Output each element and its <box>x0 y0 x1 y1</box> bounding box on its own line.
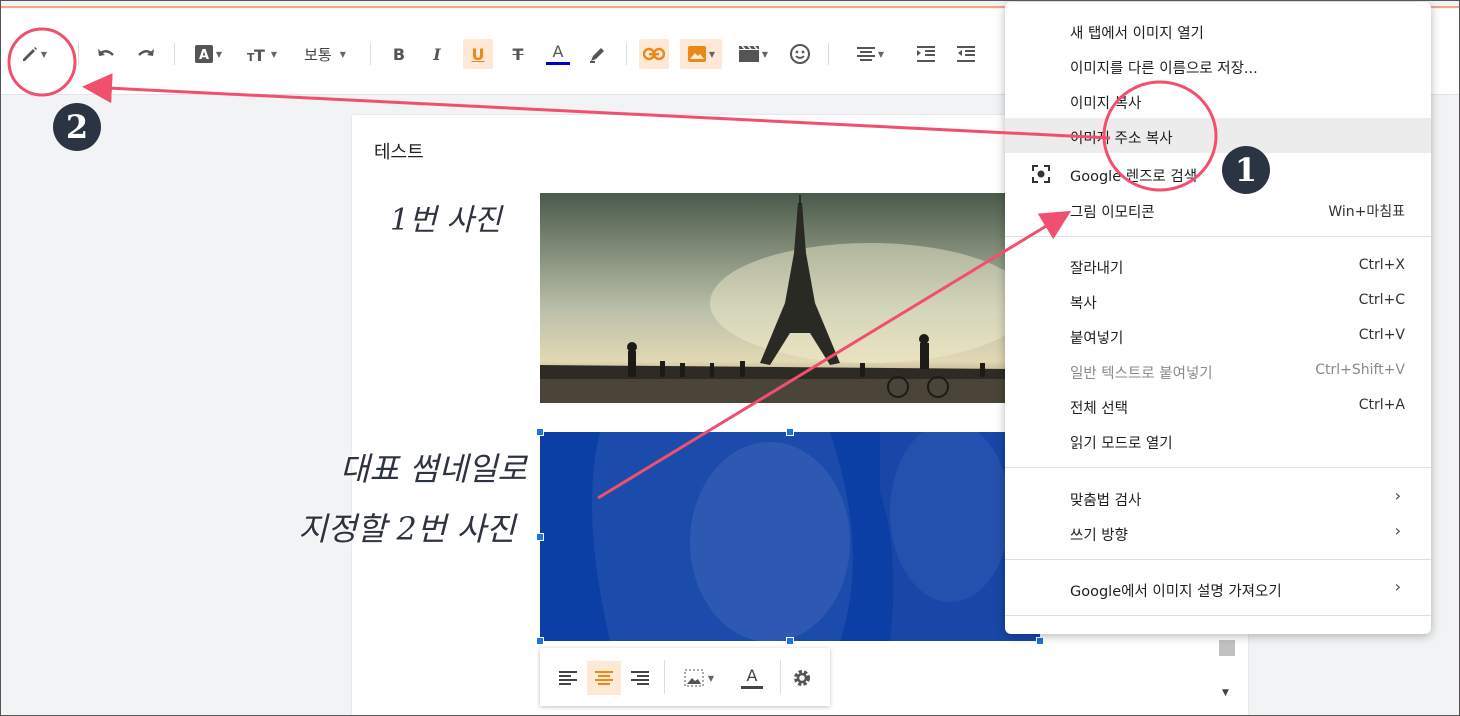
caption-photo-2-line2: 지정할 2번 사진 <box>298 510 516 548</box>
scrollbar[interactable]: ▼ <box>1217 640 1237 706</box>
image-toolbar: ▼ A <box>540 648 830 706</box>
settings-icon <box>794 670 810 686</box>
redo-button[interactable] <box>132 39 160 69</box>
italic-button[interactable]: I <box>424 39 450 69</box>
chevron-right-icon: › <box>1394 521 1401 540</box>
image-size-icon <box>684 669 704 687</box>
link-button[interactable] <box>639 39 669 69</box>
undo-icon <box>98 49 114 56</box>
menu-item-paste[interactable]: 붙여넣기 Ctrl+V <box>1005 318 1431 353</box>
chevron-right-icon: › <box>1394 577 1401 596</box>
indent-button[interactable] <box>912 39 940 69</box>
outdent-button[interactable] <box>952 39 980 69</box>
font-color-icon: A <box>552 41 564 61</box>
menu-item-get-image-descriptions[interactable]: Google에서 이미지 설명 가져오기 › <box>1005 571 1431 606</box>
chevron-down-icon: ▼ <box>708 49 716 59</box>
photo-2-selected-thumbnail[interactable] <box>540 432 1040 641</box>
chevron-down-icon: ▼ <box>761 49 769 59</box>
menu-item-reading-mode[interactable]: 읽기 모드로 열기 <box>1005 423 1431 458</box>
step-badge-2: 2 <box>53 103 101 151</box>
link-icon <box>643 47 665 61</box>
image-caption-color-button[interactable]: A <box>735 661 769 695</box>
menu-item-spell-check[interactable]: 맞춤법 검사 › <box>1005 480 1431 515</box>
emoji-icon <box>790 44 810 64</box>
text-style-button[interactable]: A ▼ <box>188 39 228 69</box>
outdent-icon <box>957 46 975 62</box>
menu-item-copy-image-address[interactable]: 이미지 주소 복사 <box>1005 118 1431 153</box>
text-color-icon: A <box>194 45 213 63</box>
indent-icon <box>917 46 935 62</box>
menu-item-save-image-as[interactable]: 이미지를 다른 이름으로 저장... <box>1005 48 1431 83</box>
insert-image-button[interactable]: ▼ <box>680 39 722 69</box>
image-align-center-button[interactable] <box>587 661 621 695</box>
chevron-down-icon: ▼ <box>707 673 715 683</box>
pencil-icon <box>22 47 37 61</box>
redo-icon <box>138 49 154 56</box>
menu-item-cut[interactable]: 잘라내기 Ctrl+X <box>1005 248 1431 283</box>
emoji-button[interactable] <box>786 39 814 69</box>
undo-button[interactable] <box>92 39 120 69</box>
chevron-right-icon: › <box>1394 486 1401 505</box>
caption-photo-2-line1: 대표 썸네일로 <box>340 450 527 488</box>
menu-item-writing-direction[interactable]: 쓰기 방향 › <box>1005 515 1431 550</box>
step-badge-1: 1 <box>1222 146 1270 194</box>
image-align-left-button[interactable] <box>551 661 585 695</box>
compose-mode-button[interactable]: ▼ <box>12 39 56 69</box>
italic-icon: I <box>433 44 441 64</box>
image-icon <box>687 46 706 62</box>
font-color-icon: A <box>746 665 758 685</box>
text-size-icon: TT <box>247 46 265 62</box>
bold-button[interactable]: B <box>386 39 412 69</box>
menu-item-copy[interactable]: 복사 Ctrl+C <box>1005 283 1431 318</box>
paragraph-format-select[interactable]: 보통 ▼ <box>294 39 356 69</box>
underline-button[interactable]: U <box>463 39 493 69</box>
underline-icon: U <box>471 44 485 64</box>
highlight-button[interactable] <box>584 39 612 69</box>
bold-icon: B <box>392 44 406 64</box>
strikethrough-icon: T <box>512 44 524 64</box>
strikethrough-button[interactable]: T <box>505 39 531 69</box>
align-icon <box>856 47 875 61</box>
menu-item-search-with-google-lens[interactable]: Google 렌즈로 검색 <box>1005 156 1431 191</box>
align-button[interactable]: ▼ <box>850 39 890 69</box>
scroll-down-icon[interactable]: ▼ <box>1222 688 1229 698</box>
insert-video-button[interactable]: ▼ <box>734 39 772 69</box>
font-color-button[interactable]: A <box>543 39 573 69</box>
align-right-icon <box>631 671 649 685</box>
caption-photo-1: 1번 사진 <box>390 203 502 238</box>
lens-icon <box>1032 165 1050 183</box>
svg-text:A: A <box>199 48 209 63</box>
chevron-down-icon: ▼ <box>339 49 346 59</box>
photo-1-eiffel-tower[interactable] <box>540 193 1010 403</box>
context-menu: 새 탭에서 이미지 열기 이미지를 다른 이름으로 저장... 이미지 복사 이… <box>1005 2 1431 634</box>
chevron-down-icon: ▼ <box>215 49 223 59</box>
text-size-button[interactable]: TT ▼ <box>242 39 282 69</box>
image-size-button[interactable]: ▼ <box>674 661 724 695</box>
chevron-down-icon: ▼ <box>40 49 48 59</box>
menu-item-emoji[interactable]: 그림 이모티콘 Win+마침표 <box>1005 192 1431 227</box>
paragraph-format-label: 보통 <box>304 45 332 64</box>
align-left-icon <box>559 671 577 685</box>
highlight-icon <box>590 48 604 63</box>
menu-item-open-image-new-tab[interactable]: 새 탭에서 이미지 열기 <box>1005 13 1431 48</box>
post-title[interactable]: 테스트 <box>374 138 424 164</box>
svg-text:T: T <box>254 46 265 62</box>
video-icon <box>738 45 759 62</box>
menu-item-copy-image[interactable]: 이미지 복사 <box>1005 83 1431 118</box>
image-settings-button[interactable] <box>785 661 819 695</box>
menu-item-select-all[interactable]: 전체 선택 Ctrl+A <box>1005 388 1431 423</box>
menu-item-paste-plain-text[interactable]: 일반 텍스트로 붙여넣기 Ctrl+Shift+V <box>1005 353 1431 388</box>
align-center-icon <box>595 671 613 685</box>
image-align-right-button[interactable] <box>623 661 657 695</box>
chevron-down-icon: ▼ <box>270 49 278 59</box>
chevron-down-icon: ▼ <box>877 49 885 59</box>
